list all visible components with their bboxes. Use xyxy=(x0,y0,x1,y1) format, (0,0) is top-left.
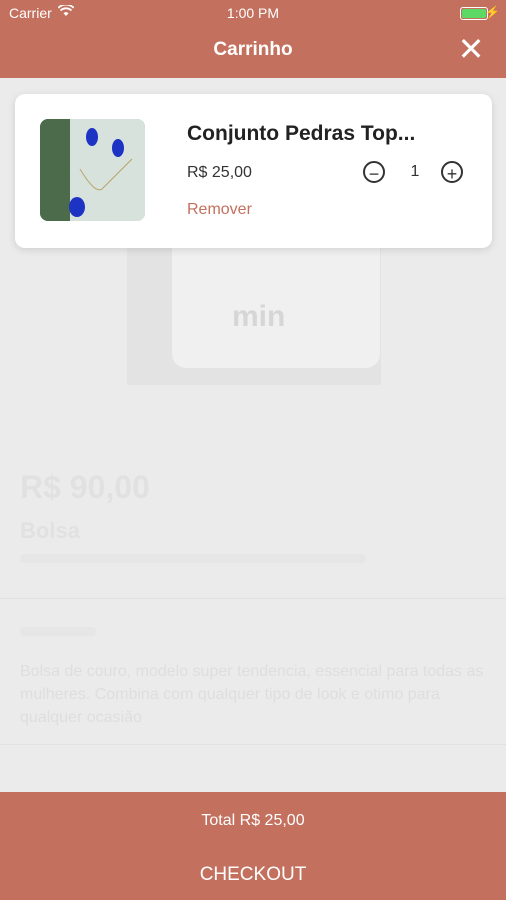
app-header: Carrier 1:00 PM ⚡ Carrinho ✕ xyxy=(0,0,506,78)
background-product-logo: min xyxy=(232,300,286,333)
status-bar: Carrier 1:00 PM ⚡ xyxy=(0,3,506,24)
cart-total: Total R$ 25,00 xyxy=(201,812,305,829)
divider xyxy=(0,598,506,599)
product-price: R$ 25,00 xyxy=(187,164,252,181)
background-product-name: Bolsa xyxy=(20,518,80,543)
product-name: Conjunto Pedras Top... xyxy=(187,122,416,145)
cart-footer: Total R$ 25,00 CHECKOUT xyxy=(0,792,506,900)
battery-icon xyxy=(460,7,488,20)
quantity-stepper: − 1 + xyxy=(363,160,473,188)
charging-icon: ⚡ xyxy=(485,5,500,19)
checkout-button[interactable]: CHECKOUT xyxy=(0,864,506,886)
background-product-description: Bolsa de couro, modelo super tendencia, … xyxy=(20,663,484,726)
close-icon[interactable]: ✕ xyxy=(456,33,486,65)
background-placeholder-line xyxy=(20,627,96,636)
quantity-value: 1 xyxy=(410,163,420,180)
divider xyxy=(0,744,506,745)
decrease-quantity-icon[interactable]: − xyxy=(363,161,385,184)
clock-label: 1:00 PM xyxy=(226,5,280,21)
increase-quantity-icon[interactable]: + xyxy=(441,161,463,184)
product-thumbnail xyxy=(40,119,145,221)
background-placeholder-line xyxy=(20,554,366,563)
cart-item-card: Conjunto Pedras Top... R$ 25,00 Remover … xyxy=(15,94,492,248)
background-product-price: R$ 90,00 xyxy=(20,469,150,505)
remove-button[interactable]: Remover xyxy=(187,201,252,219)
page-title: Carrinho xyxy=(213,39,293,60)
